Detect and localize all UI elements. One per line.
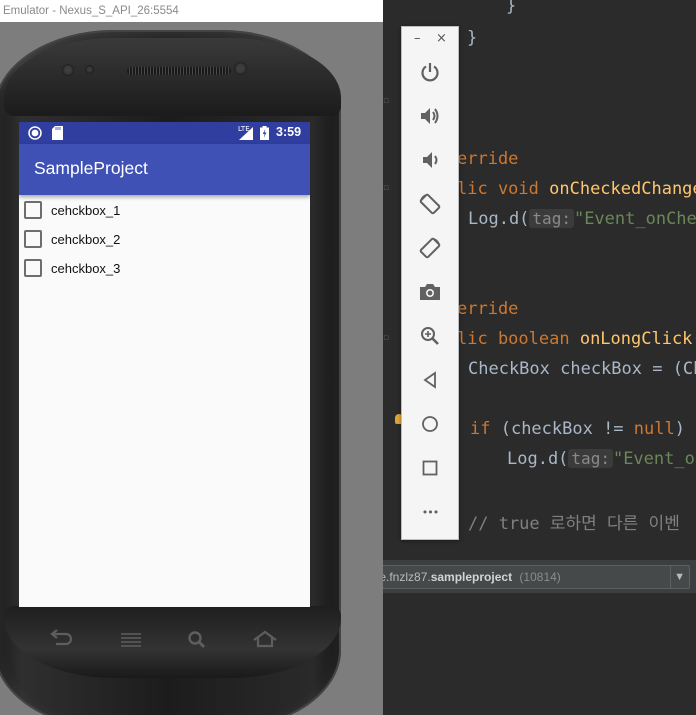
logcat-toolbar: ple.fnzlz87.sampleproject (10814) ▼ bbox=[383, 561, 696, 593]
code-line: if (checkBox != null) bbox=[470, 419, 685, 439]
code-line: lic boolean onLongClick( bbox=[457, 329, 696, 349]
device-screen[interactable]: LTE 3:59 SampleProject cehckbox_1 cehckb… bbox=[19, 122, 310, 607]
rotate-right-icon[interactable] bbox=[416, 234, 444, 262]
earpiece-speaker bbox=[127, 67, 231, 75]
checkbox-1[interactable] bbox=[24, 201, 42, 219]
process-dropdown[interactable]: ple.fnzlz87.sampleproject (10814) ▼ bbox=[383, 565, 690, 589]
back-icon[interactable] bbox=[46, 628, 76, 652]
app-bar: SampleProject bbox=[19, 144, 310, 195]
volume-down-icon[interactable] bbox=[416, 146, 444, 174]
dropdown-separator bbox=[670, 566, 671, 588]
camera-icon[interactable] bbox=[416, 278, 444, 306]
process-name: sampleproject bbox=[430, 570, 513, 584]
zoom-icon[interactable] bbox=[416, 322, 444, 350]
menu-icon[interactable] bbox=[116, 628, 146, 652]
overview-icon[interactable] bbox=[416, 454, 444, 482]
checkbox-row-2[interactable]: cehckbox_2 bbox=[24, 227, 120, 251]
home-icon[interactable] bbox=[250, 628, 280, 652]
code-line: lic void onCheckedChange bbox=[457, 179, 696, 199]
rotate-left-icon[interactable] bbox=[416, 190, 444, 218]
code-line: } bbox=[506, 0, 517, 16]
param-hint: tag: bbox=[529, 209, 574, 228]
app-title: SampleProject bbox=[34, 158, 148, 178]
emulator-title-bar[interactable]: Emulator - Nexus_S_API_26:5554 bbox=[0, 0, 383, 22]
battery-icon bbox=[260, 126, 269, 143]
param-hint: tag: bbox=[568, 449, 613, 468]
emulator-toolbar: – × ••• bbox=[401, 26, 459, 540]
light-sensor bbox=[85, 65, 94, 74]
fold-marker[interactable]: ▫ bbox=[383, 183, 391, 193]
code-line: Log.d(tag: "Event_onChec bbox=[468, 209, 696, 229]
checkbox-row-3[interactable]: cehckbox_3 bbox=[24, 256, 120, 280]
fold-marker[interactable]: ▫ bbox=[383, 96, 391, 106]
code-line: } bbox=[467, 28, 478, 48]
code-line: erride bbox=[457, 149, 519, 169]
volume-up-icon[interactable] bbox=[416, 102, 444, 130]
emulator-title: Emulator - Nexus_S_API_26:5554 bbox=[3, 5, 179, 17]
home-icon[interactable] bbox=[416, 410, 444, 438]
minimize-icon[interactable]: – bbox=[414, 31, 421, 46]
power-icon[interactable] bbox=[416, 58, 444, 86]
sd-card-icon bbox=[52, 126, 63, 143]
close-icon[interactable]: × bbox=[436, 31, 447, 46]
chevron-down-icon[interactable]: ▼ bbox=[674, 566, 685, 588]
more-icon[interactable]: ••• bbox=[416, 498, 444, 526]
phone-top-bezel bbox=[4, 38, 341, 116]
front-camera bbox=[234, 62, 247, 75]
back-icon[interactable] bbox=[416, 366, 444, 394]
process-pid: (10814) bbox=[519, 570, 561, 584]
emulator-window: Emulator - Nexus_S_API_26:5554 LTE 3:59 … bbox=[0, 0, 383, 715]
checkbox-label-3[interactable]: cehckbox_3 bbox=[51, 261, 120, 276]
proximity-sensor bbox=[62, 64, 74, 76]
status-time: 3:59 bbox=[276, 125, 302, 139]
checkbox-label-2[interactable]: cehckbox_2 bbox=[51, 232, 120, 247]
logcat-panel bbox=[383, 593, 696, 715]
checkbox-3[interactable] bbox=[24, 259, 42, 277]
code-comment: // true 로하면 다른 이벤 bbox=[468, 514, 680, 534]
notification-icon bbox=[28, 126, 42, 143]
status-bar: LTE 3:59 bbox=[19, 122, 310, 144]
fold-marker[interactable]: ▫ bbox=[383, 333, 391, 343]
checkbox-label-1[interactable]: cehckbox_1 bbox=[51, 203, 120, 218]
process-name-prefix: ple.fnzlz87. bbox=[383, 570, 431, 584]
code-line: CheckBox checkBox = (Ch bbox=[468, 359, 696, 379]
search-icon[interactable] bbox=[182, 628, 212, 652]
signal-icon bbox=[239, 127, 253, 143]
checkbox-2[interactable] bbox=[24, 230, 42, 248]
code-line: Log.d(tag: "Event_o bbox=[507, 449, 695, 469]
code-line: erride bbox=[457, 299, 519, 319]
checkbox-row-1[interactable]: cehckbox_1 bbox=[24, 198, 120, 222]
